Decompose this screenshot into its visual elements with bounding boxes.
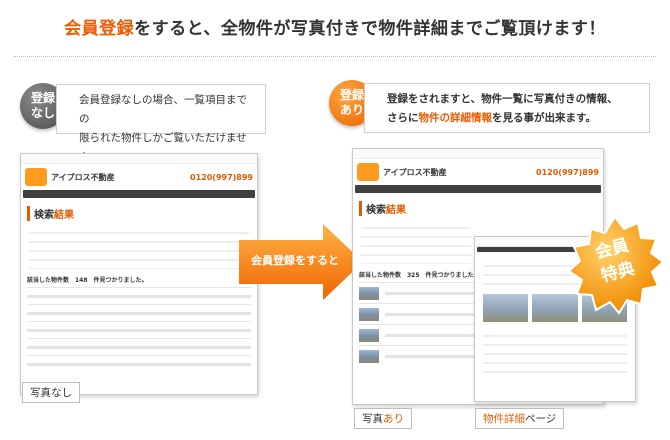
table-row [27, 287, 251, 304]
search-title-b: 結果 [386, 205, 406, 216]
site-phone: 0120(997)899 [190, 172, 253, 182]
site-topbar [353, 149, 603, 159]
site-brand: アイプロス不動産 [51, 172, 115, 182]
site-phone: 0120(997)899 [536, 167, 599, 177]
note-line2: さらに物件の詳細情報を見る事が出来ます。 [387, 109, 639, 128]
badge-line1: 登録 [30, 91, 55, 105]
note-line2-pre: さらに [387, 112, 419, 124]
no-registration-note: 会員登録なしの場合、一覧項目までの 限られた物件しかご覧いただけません。 [56, 84, 266, 163]
search-title-a: 検索 [366, 205, 386, 216]
site-header: アイプロス不動産 0120(997)899 [21, 164, 257, 190]
search-title-b: 結果 [54, 210, 74, 221]
note-line1: 会員登録なしの場合、一覧項目までの [79, 94, 247, 125]
headline-highlight: 会員登録 [64, 19, 135, 39]
property-photo [483, 294, 529, 322]
property-photo [359, 349, 379, 363]
table-row [27, 355, 251, 372]
site-topbar [21, 154, 257, 164]
headline: 会員登録をすると、全物件が写真付きで物件詳細までご覧頂けます！ [0, 14, 670, 39]
site-nav [355, 185, 601, 193]
site-header: アイプロス不動産 0120(997)899 [353, 159, 603, 185]
site-nav [23, 190, 255, 198]
caption-pre: 写真 [362, 413, 383, 425]
arrow-label: 会員登録をすると [251, 254, 339, 267]
note-line2-highlight: 物件の詳細情報 [418, 112, 493, 124]
caption-highlight: あり [383, 413, 404, 425]
search-form [361, 220, 471, 264]
caption2-highlight: 物件詳細 [483, 413, 525, 425]
property-photo [359, 286, 379, 300]
screenshot-without-photos: アイプロス不動産 0120(997)899 検索結果 該当した物件数 148 件… [20, 153, 258, 395]
badge-line1: 登録 [339, 88, 364, 102]
headline-rest: をすると、全物件が写真付きで物件詳細までご覧頂けます！ [134, 19, 606, 39]
table-row [27, 321, 251, 338]
site-logo [357, 163, 379, 181]
registered-note: 登録をされますと、物件一覧に写真付きの情報、 さらに物件の詳細情報を見る事が出来… [364, 83, 650, 133]
badge-line2: あり [339, 103, 364, 117]
detail-table [483, 328, 627, 376]
divider [14, 56, 656, 57]
search-title-a: 検索 [34, 210, 54, 221]
search-title: 検索結果 [359, 201, 597, 216]
property-photo [359, 328, 379, 342]
search-title: 検索結果 [27, 206, 251, 221]
table-row [27, 304, 251, 321]
site-logo [25, 168, 47, 186]
badge-line2: なし [30, 106, 55, 120]
result-count: 該当した物件数 148 件見つかりました。 [27, 277, 148, 284]
caption2-post: ページ [525, 413, 557, 425]
caption-with-photos: 写真あり [354, 408, 412, 429]
site-brand: アイプロス不動産 [383, 167, 447, 177]
table-row [27, 338, 251, 355]
search-form [29, 225, 249, 269]
note-line2-post: を見る事が出来ます。 [492, 112, 596, 124]
note-line1: 登録をされますと、物件一覧に写真付きの情報、 [387, 93, 618, 105]
caption-detail-page: 物件詳細ページ [475, 408, 565, 429]
property-photo [359, 307, 379, 321]
caption-no-photos: 写真なし [22, 382, 80, 403]
